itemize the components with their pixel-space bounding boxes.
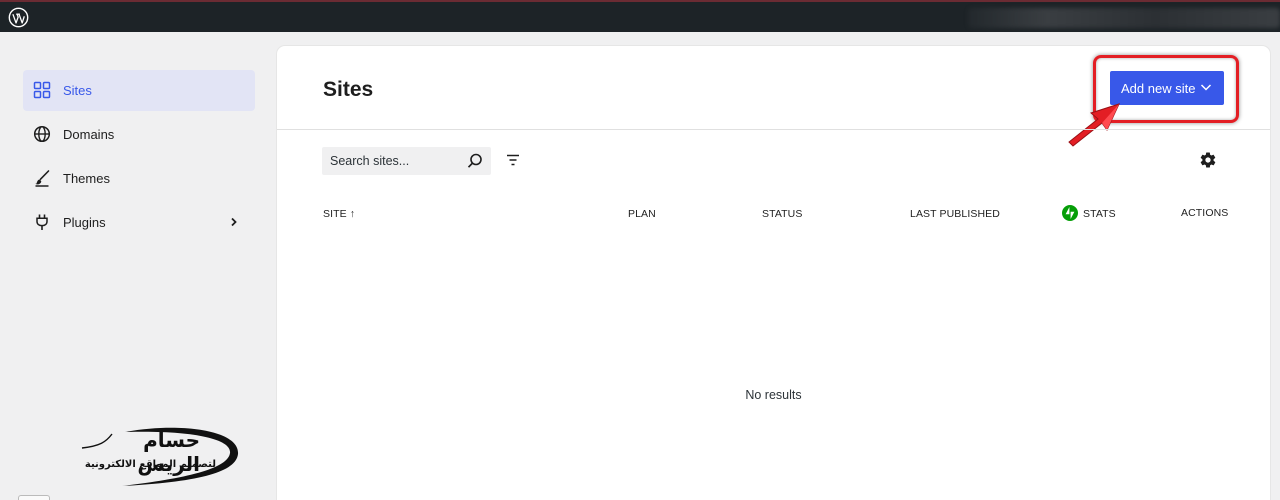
search-input[interactable] (322, 147, 462, 175)
sidebar-item-label: Sites (63, 83, 92, 98)
brand-subtitle: لتصميم المواقع الالكترونية (84, 459, 216, 470)
add-new-site-button[interactable]: Add new site (1110, 71, 1224, 105)
brush-icon (32, 168, 52, 188)
admin-bar (0, 0, 1280, 32)
chevron-right-icon (231, 217, 237, 227)
annotation-arrow-icon (1068, 103, 1120, 147)
sidebar-item-domains[interactable]: Domains (23, 114, 255, 155)
jetpack-icon (1062, 205, 1078, 221)
search-icon[interactable] (466, 152, 484, 170)
page-title: Sites (323, 78, 374, 101)
column-header-actions: ACTIONS (1181, 207, 1229, 219)
chevron-down-icon (1200, 84, 1212, 91)
search-box (322, 147, 491, 175)
sidebar-item-plugins[interactable]: Plugins (23, 202, 255, 243)
header-divider (277, 129, 1270, 130)
column-header-site[interactable]: SITE ↑ (323, 208, 355, 220)
column-header-status: STATUS (762, 208, 803, 220)
collapse-handle[interactable] (18, 495, 50, 500)
sidebar-item-sites[interactable]: Sites (23, 70, 255, 111)
wordpress-icon[interactable] (8, 7, 29, 28)
column-header-stats: STATS (1083, 208, 1116, 220)
column-header-plan: PLAN (628, 208, 656, 220)
sites-panel: Sites Add new site SITE ↑ PLAN STATUS LA… (277, 46, 1270, 500)
brand-watermark: حسام الريس لتصميم المواقع الالكترونية (70, 426, 242, 488)
grid-icon (32, 80, 52, 100)
empty-state-text: No results (745, 388, 802, 402)
sidebar-item-label: Themes (63, 171, 110, 186)
sidebar: Sites Domains Themes Plugins حسام الريس … (0, 32, 277, 500)
filter-icon[interactable] (505, 152, 521, 168)
sidebar-item-label: Domains (63, 127, 115, 142)
add-new-site-label: Add new site (1121, 80, 1196, 96)
column-header-last-published: LAST PUBLISHED (910, 208, 1000, 220)
globe-icon (32, 124, 52, 144)
blurred-account-area (968, 8, 1280, 28)
gear-icon[interactable] (1199, 151, 1217, 169)
sidebar-item-themes[interactable]: Themes (23, 158, 255, 199)
plug-icon (32, 212, 52, 232)
sidebar-item-label: Plugins (63, 215, 106, 230)
